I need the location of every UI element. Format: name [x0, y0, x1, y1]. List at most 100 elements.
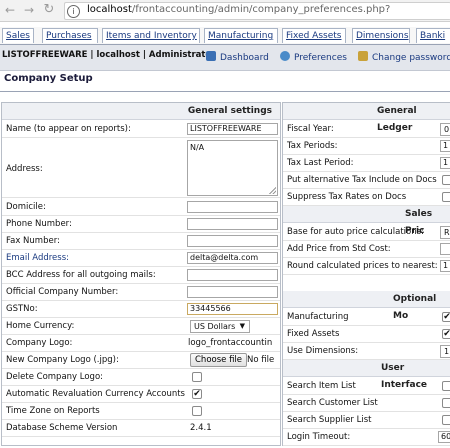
forward-arrow-icon[interactable]: → — [22, 3, 36, 17]
choose-file-button[interactable]: Choose file — [190, 353, 248, 367]
tax-last-field[interactable]: 1 — [440, 157, 450, 169]
auto-reval-label: Automatic Revaluation Currency Accounts — [6, 389, 185, 399]
form-row-official-number: Official Company Number: — [2, 284, 280, 301]
delete-logo-label: Delete Company Logo: — [6, 372, 104, 382]
email-label[interactable]: Email Address: — [6, 253, 69, 263]
domicile-field[interactable] — [187, 201, 278, 213]
round-price-field[interactable]: 1 — [440, 260, 450, 272]
std-cost-label: Add Price from Std Cost: — [287, 244, 391, 254]
tax-periods-field[interactable]: 1 — [440, 140, 450, 152]
tab-sales[interactable]: Sales — [2, 28, 34, 43]
item-list-label: Search Item List — [287, 381, 356, 391]
form-row-fax: Fax Number: — [2, 233, 280, 250]
form-row-customer-list: Search Customer List — [283, 395, 450, 412]
email-field[interactable]: delta@delta.com — [187, 252, 278, 264]
bcc-field[interactable] — [187, 269, 278, 281]
login-timeout-field[interactable]: 60 — [438, 431, 450, 443]
tab-banking[interactable]: Banki — [416, 28, 450, 43]
user-info: LISTOFFREEWARE | localhost | Administrat… — [2, 50, 216, 60]
tab-manufacturing[interactable]: Manufacturing — [204, 28, 278, 43]
form-row-address: Address: N/A — [2, 138, 280, 198]
app-header: LISTOFFREEWARE | localhost | Administrat… — [0, 44, 450, 71]
gst-field[interactable]: 33445566 — [187, 303, 278, 315]
fax-field[interactable] — [187, 235, 278, 247]
db-version-value: 2.4.1 — [190, 423, 212, 433]
timezone-checkbox[interactable] — [192, 406, 202, 416]
form-row-tax-periods: Tax Periods: 1 — [283, 138, 450, 155]
phone-field[interactable] — [187, 218, 278, 230]
page-title: Company Setup — [4, 73, 93, 84]
phone-label: Phone Number: — [6, 219, 72, 229]
form-row-timezone: Time Zone on Reports — [2, 403, 280, 420]
form-row-std-cost: Add Price from Std Cost: — [283, 241, 450, 258]
form-row-manufacturing: Manufacturing ✔ — [283, 309, 450, 326]
new-logo-label: New Company Logo (.jpg): — [6, 355, 119, 365]
suppress-tax-checkbox[interactable] — [442, 192, 450, 202]
resize-grip-icon[interactable] — [269, 187, 276, 194]
divider — [0, 91, 450, 92]
tab-purchases[interactable]: Purchases — [42, 28, 98, 43]
domicile-label: Domicile: — [6, 202, 46, 212]
form-row-bcc: BCC Address for all outgoing mails: — [2, 267, 280, 284]
supplier-list-checkbox[interactable] — [442, 415, 450, 425]
supplier-list-label: Search Supplier List — [287, 415, 372, 425]
manufacturing-label: Manufacturing — [287, 312, 349, 322]
std-cost-field[interactable] — [440, 243, 450, 255]
dashboard-icon — [206, 51, 216, 61]
official-number-field[interactable] — [187, 286, 278, 298]
base-price-select[interactable]: R — [440, 226, 450, 239]
change-password-link[interactable]: Change password — [358, 51, 450, 63]
info-icon[interactable]: i — [67, 5, 80, 18]
customer-list-checkbox[interactable] — [442, 398, 450, 408]
tax-periods-label: Tax Periods: — [287, 141, 338, 151]
fixed-assets-label: Fixed Assets — [287, 329, 340, 339]
dashboard-link[interactable]: Dashboard — [206, 51, 269, 63]
gear-icon — [280, 51, 290, 61]
db-version-label: Database Scheme Version — [6, 423, 118, 433]
alt-tax-checkbox[interactable] — [442, 175, 450, 185]
address-textarea[interactable]: N/A — [187, 140, 278, 196]
form-row-base-price: Base for auto price calculations: R — [283, 224, 450, 241]
logo-label: Company Logo: — [6, 338, 73, 348]
manufacturing-checkbox[interactable]: ✔ — [442, 312, 450, 322]
address-bar[interactable]: i localhost/frontaccounting/admin/compan… — [64, 2, 450, 20]
round-price-label: Round calculated prices to nearest: — [287, 261, 438, 271]
name-label: Name (to appear on reports): — [6, 124, 131, 134]
fiscal-year-select[interactable]: 0 — [440, 123, 450, 136]
form-row-supplier-list: Search Supplier List — [283, 412, 450, 429]
tax-last-label: Tax Last Period: — [287, 158, 354, 168]
main-menu: Sales Purchases Items and Inventory Manu… — [0, 27, 450, 44]
timezone-label: Time Zone on Reports — [6, 406, 100, 416]
url-text: localhost/frontaccounting/admin/company_… — [87, 4, 391, 15]
alt-tax-label: Put alternative Tax Include on Docs — [287, 175, 437, 185]
auto-reval-checkbox[interactable]: ✔ — [192, 389, 202, 399]
back-arrow-icon[interactable]: ← — [3, 3, 17, 17]
reload-icon[interactable]: ↻ — [42, 3, 56, 17]
official-number-label: Official Company Number: — [6, 287, 119, 297]
general-settings-panel: General settings Name (to appear on repo… — [1, 102, 281, 446]
browser-toolbar: ← → ↻ i localhost/frontaccounting/admin/… — [0, 0, 450, 22]
home-currency-select[interactable]: US Dollars ▼ — [190, 320, 250, 333]
preferences-link[interactable]: Preferences — [280, 51, 347, 63]
company-name-field[interactable]: LISTOFFREEWARE — [187, 123, 278, 135]
tab-items-and-inventory[interactable]: Items and Inventory — [102, 28, 200, 43]
fiscal-year-label: Fiscal Year: — [287, 124, 334, 134]
item-list-checkbox[interactable] — [442, 381, 450, 391]
general-ledger-panel: General Ledger Fiscal Year: 0 Tax Period… — [282, 102, 450, 446]
tab-fixed-assets[interactable]: Fixed Assets — [282, 28, 346, 43]
fixed-assets-checkbox[interactable]: ✔ — [442, 329, 450, 339]
form-row-tax-last: Tax Last Period: 1 — [283, 155, 450, 172]
form-row-fixed-assets: Fixed Assets ✔ — [283, 326, 450, 343]
currency-label: Home Currency: — [6, 321, 75, 331]
form-row-new-logo: New Company Logo (.jpg): Choose file No … — [2, 352, 280, 369]
base-price-label: Base for auto price calculations: — [287, 227, 424, 237]
tab-dimensions[interactable]: Dimensions — [352, 28, 410, 43]
section-heading-ledger: General Ledger — [283, 103, 450, 133]
form-row-logo: Company Logo: logo_frontaccountin — [2, 335, 280, 352]
form-row-dimensions: Use Dimensions: 1 — [283, 343, 450, 360]
form-row-delete-logo: Delete Company Logo: — [2, 369, 280, 386]
delete-logo-checkbox[interactable] — [192, 372, 202, 382]
form-row-domicile: Domicile: — [2, 199, 280, 216]
dimensions-select[interactable]: 1 — [440, 345, 450, 358]
form-row-item-list: Search Item List — [283, 378, 450, 395]
